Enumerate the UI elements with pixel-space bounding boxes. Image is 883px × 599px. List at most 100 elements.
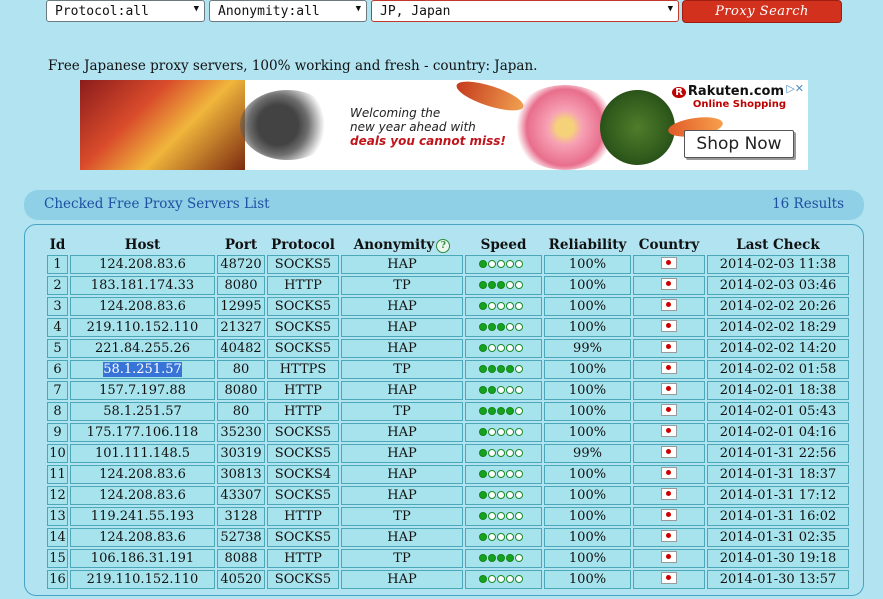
host-text[interactable]: 124.208.83.6 — [99, 299, 186, 314]
column-header-speed[interactable]: Speed — [465, 236, 542, 253]
host-text[interactable]: 221.84.255.26 — [95, 341, 190, 356]
table-row[interactable]: 6 58.1.251.57 80 HTTPS TP 100% 2014-02-02 01:5… — [47, 360, 849, 379]
cell-country — [633, 486, 705, 505]
table-row[interactable]: 7 157.7.197.88 8080 HTTP HAP 100% 2014-02-01 1… — [47, 381, 849, 400]
japan-flag-icon — [661, 404, 677, 416]
column-header-port[interactable]: Port — [217, 236, 265, 253]
column-header-id[interactable]: Id — [47, 236, 68, 253]
table-row[interactable]: 4 219.110.152.110 21327 SOCKS5 HAP 100% 2014-0… — [47, 318, 849, 337]
host-text[interactable]: 58.1.251.57 — [103, 404, 182, 419]
host-text[interactable]: 101.111.148.5 — [95, 446, 190, 461]
japan-flag-icon — [661, 425, 677, 437]
japan-flag-icon — [661, 362, 677, 374]
host-text[interactable]: 119.241.55.193 — [91, 509, 194, 524]
ad-choices-icon[interactable]: ▷✕ — [786, 82, 804, 95]
anonymity-label: Anonymity — [353, 236, 435, 253]
speed-dot-icon — [514, 512, 523, 520]
table-row[interactable]: 1 124.208.83.6 48720 SOCKS5 HAP 100% 2014-02-0… — [47, 255, 849, 274]
cell-last-check: 2014-01-31 02:35 — [707, 528, 849, 547]
cell-speed — [465, 570, 542, 589]
host-text[interactable]: 124.208.83.6 — [99, 467, 186, 482]
country-select[interactable]: JP, Japan ▼ — [371, 0, 679, 22]
chevron-down-icon: ▼ — [667, 4, 673, 14]
host-text[interactable]: 106.186.31.191 — [91, 551, 194, 566]
table-body: 1 124.208.83.6 48720 SOCKS5 HAP 100% 2014-02-0… — [47, 255, 849, 589]
cell-host[interactable]: 157.7.197.88 — [70, 381, 215, 400]
cell-protocol: HTTP — [267, 549, 339, 568]
table-row[interactable]: 16 219.110.152.110 40520 SOCKS5 HAP 100% 2014-… — [47, 570, 849, 589]
host-text[interactable]: 175.177.106.118 — [87, 425, 199, 440]
table-row[interactable]: 12 124.208.83.6 43307 SOCKS5 HAP 100% 2014-01-… — [47, 486, 849, 505]
host-text[interactable]: 124.208.83.6 — [99, 530, 186, 545]
table-row[interactable]: 8 58.1.251.57 80 HTTP TP 100% 2014-02-01 05:43 — [47, 402, 849, 421]
japan-flag-icon — [661, 467, 677, 479]
cell-anonymity: HAP — [341, 297, 463, 316]
cell-country — [633, 255, 705, 274]
cell-host[interactable]: 124.208.83.6 — [70, 297, 215, 316]
table-row[interactable]: 14 124.208.83.6 52738 SOCKS5 HAP 100% 2014-01-… — [47, 528, 849, 547]
host-text[interactable]: 124.208.83.6 — [99, 257, 186, 272]
speed-dot-icon — [505, 260, 514, 268]
column-header-reliability[interactable]: Reliability — [544, 236, 631, 253]
speed-dot-icon — [487, 575, 496, 583]
cell-host[interactable]: 183.181.174.33 — [70, 276, 215, 295]
ad-line-1: Welcoming the — [350, 106, 441, 120]
cell-host[interactable]: 219.110.152.110 — [70, 318, 215, 337]
table-row[interactable]: 3 124.208.83.6 12995 SOCKS5 HAP 100% 2014-02-0… — [47, 297, 849, 316]
column-header-protocol[interactable]: Protocol — [267, 236, 339, 253]
column-header-anonymity[interactable]: Anonymity? — [341, 236, 463, 253]
cell-last-check: 2014-01-31 16:02 — [707, 507, 849, 526]
table-row[interactable]: 9 175.177.106.118 35230 SOCKS5 HAP 100% 2014-0… — [47, 423, 849, 442]
column-header-host[interactable]: Host — [70, 236, 215, 253]
cell-host[interactable]: 106.186.31.191 — [70, 549, 215, 568]
cell-port: 35230 — [217, 423, 265, 442]
lily-pad-image — [600, 90, 675, 165]
cell-country — [633, 402, 705, 421]
proxy-table-container: Id Host Port Protocol Anonymity? Speed R… — [24, 224, 864, 596]
ad-banner[interactable]: Welcoming the new year ahead with deals … — [80, 80, 808, 170]
host-text[interactable]: 124.208.83.6 — [99, 488, 186, 503]
table-row[interactable]: 5 221.84.255.26 40482 SOCKS5 HAP 99% 2014-02-0… — [47, 339, 849, 358]
cell-host[interactable]: 221.84.255.26 — [70, 339, 215, 358]
column-header-last-check[interactable]: Last Check — [707, 236, 849, 253]
cell-host[interactable]: 124.208.83.6 — [70, 486, 215, 505]
speed-dot-icon — [505, 386, 514, 394]
list-title[interactable]: Checked Free Proxy Servers List — [44, 196, 270, 212]
table-row[interactable]: 13 119.241.55.193 3128 HTTP TP 100% 2014-01-31… — [47, 507, 849, 526]
cell-host[interactable]: 124.208.83.6 — [70, 255, 215, 274]
column-header-country[interactable]: Country — [633, 236, 705, 253]
cell-host[interactable]: 219.110.152.110 — [70, 570, 215, 589]
cell-last-check: 2014-02-03 11:38 — [707, 255, 849, 274]
speed-dot-icon — [514, 470, 523, 478]
table-row[interactable]: 11 124.208.83.6 30813 SOCKS4 HAP 100% 2014-01-… — [47, 465, 849, 484]
protocol-select[interactable]: Protocol:all ▼ — [46, 0, 205, 22]
cell-host[interactable]: 124.208.83.6 — [70, 528, 215, 547]
japan-flag-icon — [661, 320, 677, 332]
cell-reliability: 100% — [544, 360, 631, 379]
proxy-search-button[interactable]: Proxy Search — [682, 0, 842, 23]
cell-port: 40482 — [217, 339, 265, 358]
cell-host[interactable]: 119.241.55.193 — [70, 507, 215, 526]
cell-id: 6 — [47, 360, 68, 379]
shop-now-button[interactable]: Shop Now — [684, 130, 794, 158]
anonymity-select[interactable]: Anonymity:all ▼ — [209, 0, 367, 22]
cell-host[interactable]: 175.177.106.118 — [70, 423, 215, 442]
cell-host[interactable]: 124.208.83.6 — [70, 465, 215, 484]
speed-dot-icon — [496, 575, 505, 583]
host-text[interactable]: 219.110.152.110 — [87, 320, 199, 335]
help-icon[interactable]: ? — [436, 238, 451, 253]
host-text[interactable]: 157.7.197.88 — [99, 383, 186, 398]
table-row[interactable]: 15 106.186.31.191 8088 HTTP TP 100% 2014-01-30… — [47, 549, 849, 568]
host-text[interactable]: 58.1.251.57 — [103, 362, 182, 377]
table-row[interactable]: 10 101.111.148.5 30319 SOCKS5 HAP 99% 2014-01-… — [47, 444, 849, 463]
cell-host[interactable]: 101.111.148.5 — [70, 444, 215, 463]
country-select-value: JP, Japan — [380, 4, 451, 19]
table-row[interactable]: 2 183.181.174.33 8080 HTTP TP 100% 2014-02-03 … — [47, 276, 849, 295]
cell-host[interactable]: 58.1.251.57 — [70, 360, 215, 379]
cell-host[interactable]: 58.1.251.57 — [70, 402, 215, 421]
speed-dot-icon — [487, 449, 496, 457]
host-text[interactable]: 219.110.152.110 — [87, 572, 199, 587]
cell-anonymity: HAP — [341, 381, 463, 400]
speed-dot-icon — [514, 449, 523, 457]
host-text[interactable]: 183.181.174.33 — [91, 278, 194, 293]
